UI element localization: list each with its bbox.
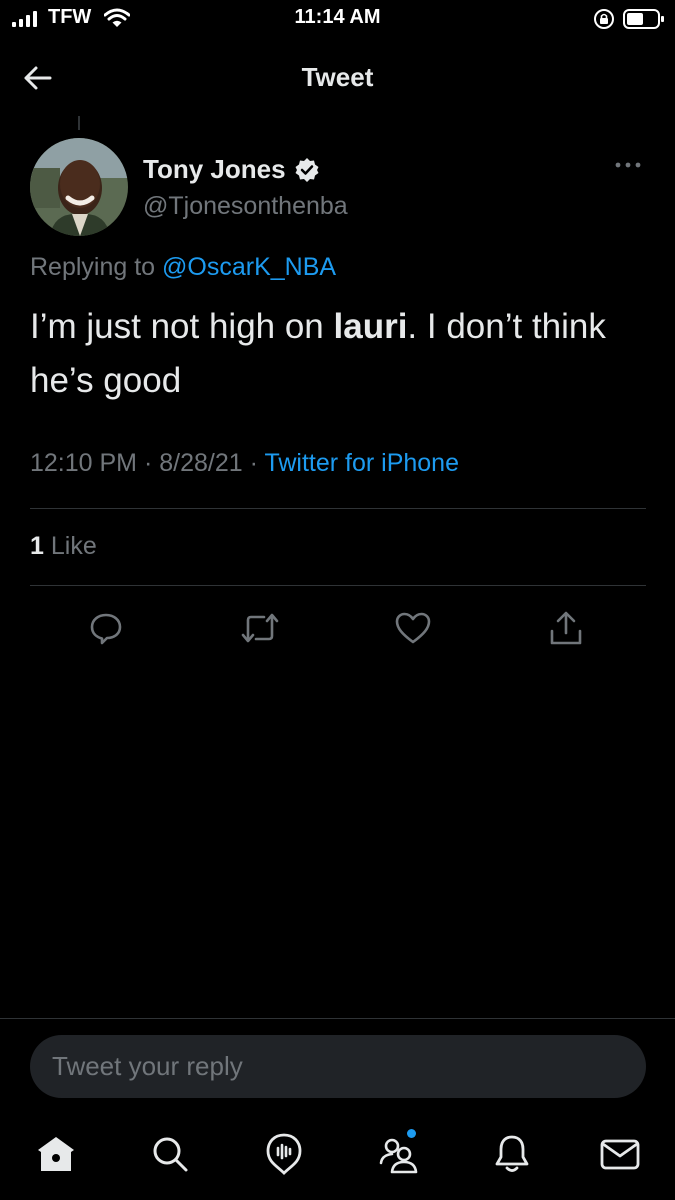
orientation-lock-icon <box>593 8 615 35</box>
reply-input[interactable] <box>30 1035 646 1098</box>
tab-messages[interactable] <box>598 1132 642 1176</box>
reply-icon <box>90 613 122 645</box>
retweet-button[interactable] <box>240 608 280 648</box>
retweet-icon <box>241 613 279 643</box>
reply-button[interactable] <box>86 608 126 648</box>
replying-to: Replying to @OscarK_NBA <box>30 253 336 282</box>
share-icon <box>550 611 582 645</box>
status-time: 11:14 AM <box>294 6 381 28</box>
divider <box>0 1018 675 1019</box>
share-button[interactable] <box>546 608 586 648</box>
tab-search[interactable] <box>148 1132 192 1176</box>
tweet-date: 8/28/21 <box>159 449 243 477</box>
tweet-source[interactable]: Twitter for iPhone <box>264 449 459 477</box>
avatar-photo <box>30 138 128 236</box>
tweet-text-bold: lauri <box>333 307 408 346</box>
thread-line <box>78 116 80 130</box>
messages-icon <box>600 1139 640 1170</box>
like-icon <box>395 612 431 644</box>
page-title: Tweet <box>301 62 374 92</box>
verified-badge-icon <box>295 157 319 182</box>
author-handle[interactable]: @Tjonesonthenba <box>143 192 348 221</box>
divider <box>30 508 646 509</box>
tab-spaces[interactable] <box>262 1132 306 1176</box>
notifications-icon <box>495 1135 529 1172</box>
tweet-text-start: I’m just not high on <box>30 307 334 346</box>
tab-communities[interactable] <box>376 1129 420 1176</box>
author-name-text: Tony Jones <box>143 154 286 184</box>
author-name[interactable]: Tony Jones <box>143 154 320 185</box>
status-bar: TFW 11:14 AM <box>0 0 675 38</box>
replying-to-handle[interactable]: @OscarK_NBA <box>162 253 336 281</box>
tab-notifications[interactable] <box>490 1132 534 1176</box>
communities-icon <box>379 1138 418 1174</box>
header: Tweet <box>0 50 675 106</box>
meta-separator: · <box>249 449 258 477</box>
more-options-button[interactable] <box>614 158 642 176</box>
tweet-meta: 12:10 PM · 8/28/21 · Twitter for iPhone <box>30 449 459 478</box>
spaces-icon <box>266 1133 302 1175</box>
like-count-number: 1 <box>30 532 44 560</box>
replying-prefix: Replying to <box>30 253 156 281</box>
tab-home[interactable] <box>34 1132 78 1176</box>
like-count-label: Like <box>50 532 97 560</box>
like-button[interactable] <box>393 608 433 648</box>
home-icon <box>38 1137 74 1171</box>
divider <box>30 585 646 586</box>
avatar[interactable] <box>30 138 128 236</box>
more-icon <box>615 162 641 168</box>
meta-separator: · <box>143 449 153 477</box>
battery-icon <box>623 8 665 35</box>
likes-count[interactable]: 1 Like <box>30 532 97 561</box>
tweet-text: I’m just not high on lauri. I don’t thin… <box>30 300 645 408</box>
tweet-time: 12:10 PM <box>30 449 138 477</box>
notification-dot <box>407 1129 416 1138</box>
search-icon <box>153 1137 188 1172</box>
